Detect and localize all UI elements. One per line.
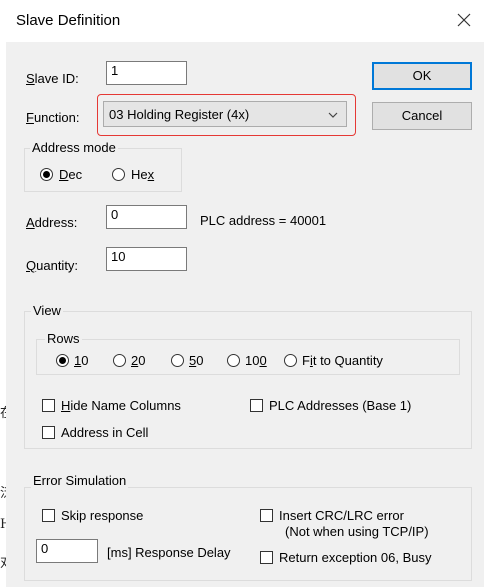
rows-50-label: 50 [189,353,204,368]
insert-crc-note: (Not when using TCP/IP) [285,524,429,539]
rows-50-radio[interactable] [171,354,184,367]
rows-100-label: 100 [245,353,267,368]
skip-response-label: Skip response [61,508,144,523]
close-icon[interactable] [452,8,476,32]
rows-100-radio[interactable] [227,354,240,367]
address-mode-title: Address mode [30,140,118,155]
address-in-cell-checkbox[interactable] [42,426,55,439]
chevron-down-icon [328,108,338,123]
address-in-cell-label: Address in Cell [61,425,149,440]
dec-label: Dec [59,167,83,182]
dec-radio[interactable] [40,168,53,181]
hex-radio[interactable] [112,168,125,181]
rows-fit-label: Fit to Quantity [302,353,383,368]
slave-id-label: Slave ID: [26,71,79,86]
rows-fit-radio[interactable] [284,354,297,367]
address-field[interactable]: 0 [106,205,187,229]
skip-response-checkbox[interactable] [42,509,55,522]
return-exception-checkbox[interactable] [260,551,273,564]
slave-id-field[interactable]: 1 [106,61,187,85]
rows-10-label: 10 [74,353,89,368]
plc-addresses-label: PLC Addresses (Base 1) [269,398,412,413]
insert-crc-checkbox[interactable] [260,509,273,522]
insert-crc-label: Insert CRC/LRC error [279,508,404,523]
view-title: View [31,303,63,318]
rows-10-radio[interactable] [56,354,69,367]
error-simulation-title: Error Simulation [31,473,129,488]
function-label: Function: [26,110,80,125]
hide-name-columns-checkbox[interactable] [42,399,55,412]
hex-label: Hex [131,167,155,182]
return-exception-label: Return exception 06, Busy [279,550,432,565]
quantity-label: Quantity: [26,258,79,273]
ok-button[interactable]: OK [372,62,472,90]
response-delay-label: [ms] Response Delay [107,545,231,560]
plc-addresses-checkbox[interactable] [250,399,263,412]
response-delay-field[interactable]: 0 [36,539,98,563]
plc-address-text: PLC address = 40001 [200,213,327,228]
cancel-button[interactable]: Cancel [372,102,472,130]
function-select[interactable]: 03 Holding Register (4x) [103,101,347,127]
hide-name-columns-label: Hide Name Columns [61,398,181,413]
rows-title: Rows [45,331,82,346]
quantity-field[interactable]: 10 [106,247,187,271]
address-label: Address: [26,215,78,230]
rows-20-label: 20 [131,353,146,368]
slave-definition-dialog: Slave Definition Slave ID: 1 OK Cancel F… [6,0,484,587]
dialog-title: Slave Definition [16,12,121,29]
title-bar: Slave Definition [6,0,484,42]
function-select-value: 03 Holding Register (4x) [109,107,250,122]
rows-20-radio[interactable] [113,354,126,367]
